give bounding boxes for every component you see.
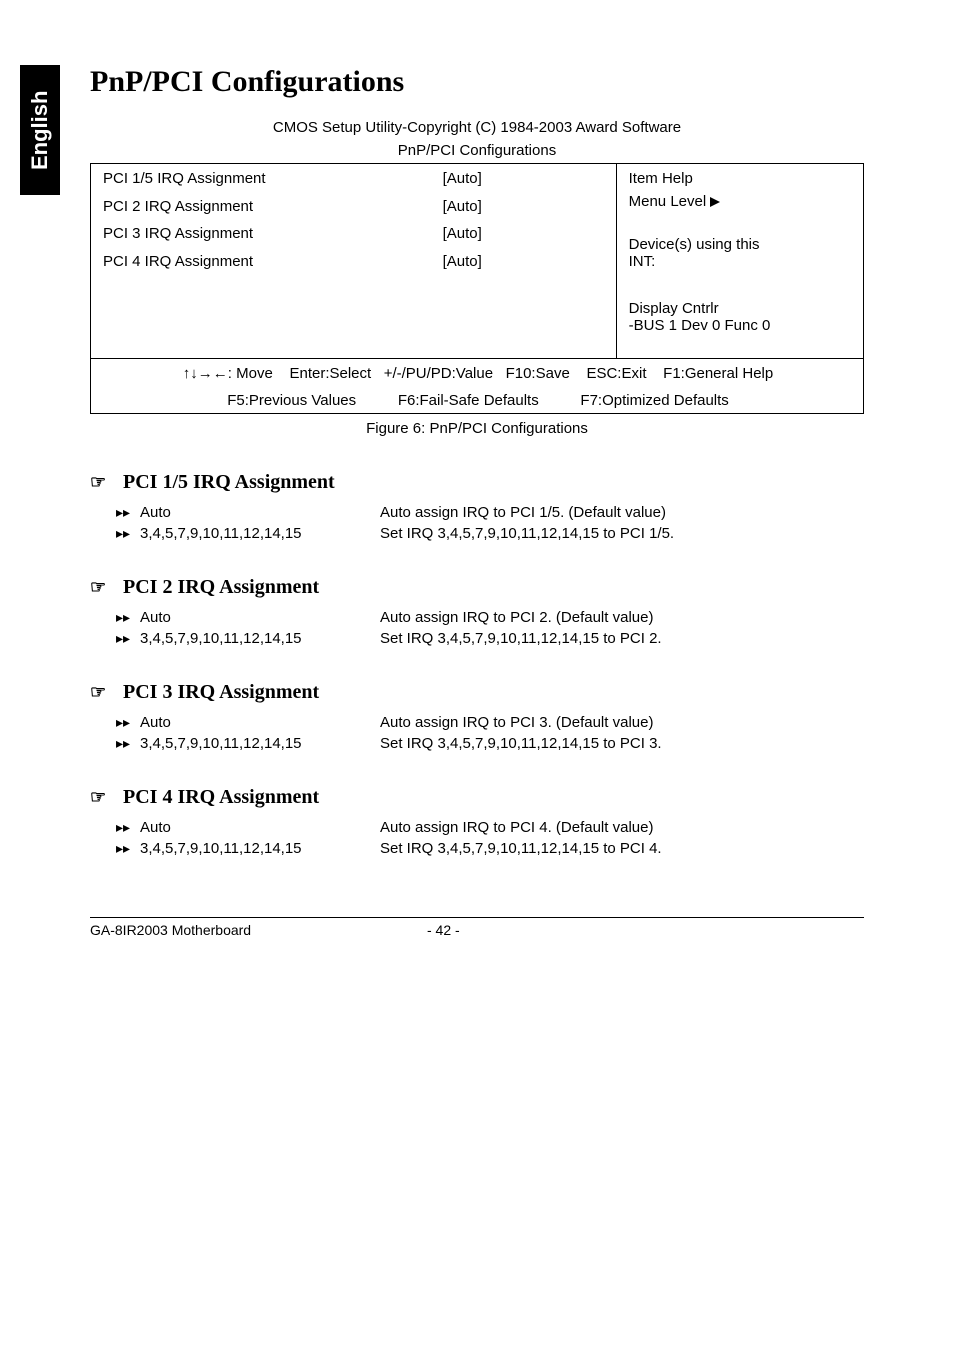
help-menu-level: Menu Level — [629, 193, 853, 210]
option-desc: Set IRQ 3,4,5,7,9,10,11,12,14,15 to PCI … — [380, 630, 864, 647]
bios-help-panel: Item Help Menu Level Device(s) using thi… — [616, 164, 863, 359]
section-heading: ☞ PCI 2 IRQ Assignment — [90, 576, 864, 599]
bullet-icon: ▸▸ — [116, 609, 140, 626]
option-desc: Set IRQ 3,4,5,7,9,10,11,12,14,15 to PCI … — [380, 840, 864, 857]
option-row: ▸▸ Auto Auto assign IRQ to PCI 4. (Defau… — [116, 819, 864, 836]
triangle-right-icon — [710, 197, 720, 207]
option-label: 3,4,5,7,9,10,11,12,14,15 — [140, 735, 380, 752]
bios-row-label: PCI 4 IRQ Assignment — [91, 247, 431, 275]
option-desc: Auto assign IRQ to PCI 1/5. (Default val… — [380, 504, 864, 521]
bullet-icon: ▸▸ — [116, 840, 140, 857]
option-label: Auto — [140, 714, 380, 731]
help-device-line1: Device(s) using this — [629, 236, 853, 253]
page-title: PnP/PCI Configurations — [90, 65, 864, 99]
help-display-line1: Display Cntrlr — [629, 300, 853, 317]
option-label: Auto — [140, 609, 380, 626]
bios-row-value: [Auto] — [431, 247, 617, 275]
bios-subtitle: PnP/PCI Configurations — [90, 142, 864, 159]
hand-icon: ☞ — [90, 472, 118, 493]
hand-icon: ☞ — [90, 787, 118, 808]
option-row: ▸▸ Auto Auto assign IRQ to PCI 2. (Defau… — [116, 609, 864, 626]
bios-footer-2: F5:Previous Values F6:Fail-Safe Defaults… — [91, 386, 864, 414]
option-row: ▸▸ Auto Auto assign IRQ to PCI 3. (Defau… — [116, 714, 864, 731]
bullet-icon: ▸▸ — [116, 504, 140, 521]
option-label: 3,4,5,7,9,10,11,12,14,15 — [140, 525, 380, 542]
footer-board: GA-8IR2003 Motherboard — [90, 922, 427, 938]
section-heading: ☞ PCI 4 IRQ Assignment — [90, 786, 864, 809]
option-row: ▸▸ 3,4,5,7,9,10,11,12,14,15 Set IRQ 3,4,… — [116, 840, 864, 857]
option-desc: Set IRQ 3,4,5,7,9,10,11,12,14,15 to PCI … — [380, 735, 864, 752]
bios-footer-1: ↑↓→←: Move Enter:Select +/-/PU/PD:Value … — [91, 359, 864, 387]
footer-page-number: - 42 - — [427, 922, 527, 938]
bullet-icon: ▸▸ — [116, 735, 140, 752]
option-row: ▸▸ 3,4,5,7,9,10,11,12,14,15 Set IRQ 3,4,… — [116, 525, 864, 542]
bullet-icon: ▸▸ — [116, 819, 140, 836]
option-desc: Auto assign IRQ to PCI 4. (Default value… — [380, 819, 864, 836]
bullet-icon: ▸▸ — [116, 714, 140, 731]
option-desc: Auto assign IRQ to PCI 3. (Default value… — [380, 714, 864, 731]
section-heading: ☞ PCI 1/5 IRQ Assignment — [90, 471, 864, 494]
bios-row-label: PCI 2 IRQ Assignment — [91, 192, 431, 220]
help-device-line2: INT: — [629, 253, 853, 270]
option-row: ▸▸ 3,4,5,7,9,10,11,12,14,15 Set IRQ 3,4,… — [116, 630, 864, 647]
figure-caption: Figure 6: PnP/PCI Configurations — [90, 420, 864, 437]
bullet-icon: ▸▸ — [116, 630, 140, 647]
hand-icon: ☞ — [90, 577, 118, 598]
option-desc: Auto assign IRQ to PCI 2. (Default value… — [380, 609, 864, 626]
page-footer: GA-8IR2003 Motherboard - 42 - — [90, 917, 864, 938]
help-title: Item Help — [629, 170, 853, 187]
bios-row-value: [Auto] — [431, 219, 617, 247]
bios-table: PCI 1/5 IRQ Assignment [Auto] Item Help … — [90, 163, 864, 414]
option-label: 3,4,5,7,9,10,11,12,14,15 — [140, 840, 380, 857]
language-tab: English — [20, 65, 60, 195]
help-display-line2: -BUS 1 Dev 0 Func 0 — [629, 317, 853, 334]
bios-copyright: CMOS Setup Utility-Copyright (C) 1984-20… — [90, 119, 864, 136]
option-label: 3,4,5,7,9,10,11,12,14,15 — [140, 630, 380, 647]
bios-row-value: [Auto] — [431, 164, 617, 192]
hand-icon: ☞ — [90, 682, 118, 703]
bullet-icon: ▸▸ — [116, 525, 140, 542]
section-heading: ☞ PCI 3 IRQ Assignment — [90, 681, 864, 704]
option-row: ▸▸ 3,4,5,7,9,10,11,12,14,15 Set IRQ 3,4,… — [116, 735, 864, 752]
bios-row-label: PCI 3 IRQ Assignment — [91, 219, 431, 247]
option-label: Auto — [140, 819, 380, 836]
bios-row-value: [Auto] — [431, 192, 617, 220]
bios-row-label: PCI 1/5 IRQ Assignment — [91, 164, 431, 192]
option-row: ▸▸ Auto Auto assign IRQ to PCI 1/5. (Def… — [116, 504, 864, 521]
option-desc: Set IRQ 3,4,5,7,9,10,11,12,14,15 to PCI … — [380, 525, 864, 542]
option-label: Auto — [140, 504, 380, 521]
